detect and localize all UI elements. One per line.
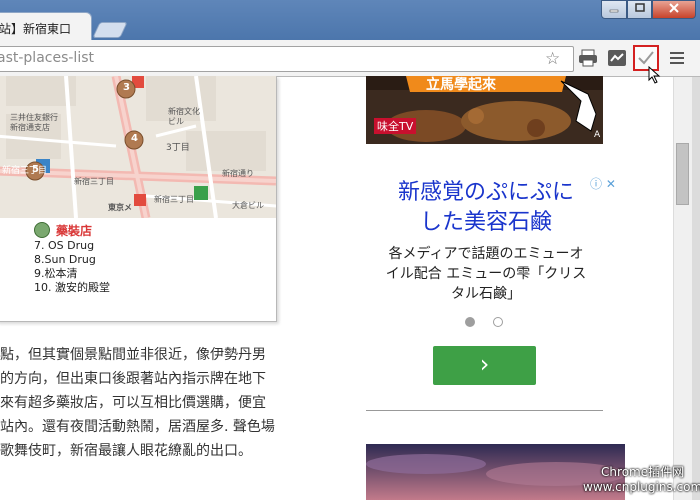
- article-line: 歌舞伎町，新宿最讓人眼花繚亂的出口。: [0, 443, 252, 459]
- ad-desc-line: タル石鹸」: [451, 286, 521, 302]
- shop-pin-icon: [34, 222, 50, 238]
- printer-extension-icon[interactable]: [578, 48, 598, 68]
- minimize-icon: [602, 2, 626, 18]
- browser-toolbar: ast-places-list ☆: [0, 40, 700, 77]
- map-legend: 藥裝店 7. OS Drug 8.Sun Drug 9.松本清 10. 激安的殿…: [34, 222, 110, 295]
- legend-item: 10. 激安的殿堂: [34, 281, 110, 294]
- address-url: ast-places-list: [0, 50, 94, 66]
- bookmark-star-icon[interactable]: ☆: [545, 49, 560, 69]
- map-label: 新宿三丁目: [2, 166, 48, 176]
- map-label: 新宿通り: [222, 169, 254, 178]
- active-tab[interactable]: 站】新宿東口: [0, 12, 92, 41]
- map-pin-label: 4: [131, 133, 138, 144]
- article-line: 的方向，但出東口後跟著站內指示牌在地下: [0, 371, 266, 387]
- ad-headline[interactable]: 新感覚のぷにぷに した美容石鹸: [370, 178, 602, 238]
- close-button[interactable]: [652, 0, 696, 19]
- ad-desc-line: 各メディアで話題のエミューオ: [388, 246, 584, 262]
- mouse-cursor-icon: [648, 66, 661, 84]
- map-label: 新宿三丁目: [154, 195, 194, 204]
- maximize-button[interactable]: [627, 0, 652, 19]
- scrollbar-thumb[interactable]: [676, 143, 689, 205]
- window-edge: [692, 77, 700, 500]
- map-label: 新宿通支店: [10, 123, 50, 132]
- new-tab-button[interactable]: [92, 22, 128, 38]
- article-body: 點，但其實個景點間並非很近，像伊勢丹男 的方向，但出東口後跟著站內指示牌在地下 …: [0, 343, 300, 463]
- legend-item: 8.Sun Drug: [34, 253, 96, 266]
- carousel-dot-active[interactable]: [465, 317, 475, 327]
- chart-extension-icon[interactable]: [607, 48, 627, 68]
- legend-item: 9.松本清: [34, 267, 78, 280]
- page-scrollbar[interactable]: [673, 77, 692, 500]
- minimize-button[interactable]: [601, 0, 627, 19]
- article-line: 點，但其實個景點間並非很近，像伊勢丹男: [0, 347, 266, 363]
- map-label: 3丁目: [166, 143, 190, 153]
- ad-corner-label: A: [594, 130, 601, 140]
- legend-title: 藥裝店: [56, 224, 93, 238]
- restore-icon: [628, 2, 651, 18]
- ad-next-button[interactable]: ›: [433, 346, 536, 385]
- legend-item: 7. OS Drug: [34, 239, 95, 252]
- map-image[interactable]: 3 4 5 三井住友銀行 新宿通支店 新宿文化 ビル 3丁目 新宿三丁目 新宿通…: [0, 76, 276, 218]
- map-label: 大倉ビル: [232, 201, 264, 210]
- chrome-menu-icon[interactable]: [670, 52, 684, 67]
- map-label: 東京メ: [108, 203, 132, 212]
- address-bar[interactable]: ast-places-list ☆: [0, 46, 574, 72]
- watermark-line: Chrome插件网: [601, 465, 685, 479]
- ad-banner-top[interactable]: 立馬學起來 味全TV A: [366, 76, 603, 144]
- ad-banner-text: 立馬學起來: [426, 77, 496, 93]
- watermark-line: www.cnplugins.com: [583, 480, 700, 494]
- map-card: 3 4 5 三井住友銀行 新宿通支店 新宿文化 ビル 3丁目 新宿三丁目 新宿通…: [0, 76, 277, 322]
- carousel-dot[interactable]: [493, 317, 503, 327]
- ad-headline-line: 新感覚のぷにぷに: [397, 180, 574, 205]
- close-icon: [653, 2, 695, 18]
- map-label: 新宿三丁目: [74, 177, 114, 186]
- ad-divider: [366, 410, 603, 411]
- ad-headline-line: した美容石鹸: [419, 210, 552, 235]
- article-line: 來有超多藥妝店，可以互相比價選購，便宜: [0, 395, 266, 411]
- map-label: ビル: [168, 117, 184, 126]
- window-titlebar: 站】新宿東口: [0, 0, 700, 41]
- ad-description: 各メディアで話題のエミューオ イル配合 エミューの雫「クリス タル石鹸」: [370, 244, 602, 304]
- map-pin-label: 3: [123, 82, 130, 93]
- watermark: Chrome插件网 www.cnplugins.com: [583, 465, 700, 495]
- ad-desc-line: イル配合 エミューの雫「クリス: [385, 266, 587, 282]
- article-line: 站內。還有夜間活動熱鬧，居酒屋多. 聲色場: [0, 419, 275, 435]
- ad-brand: 味全TV: [374, 118, 417, 134]
- tab-title: 站】新宿東口: [0, 22, 72, 36]
